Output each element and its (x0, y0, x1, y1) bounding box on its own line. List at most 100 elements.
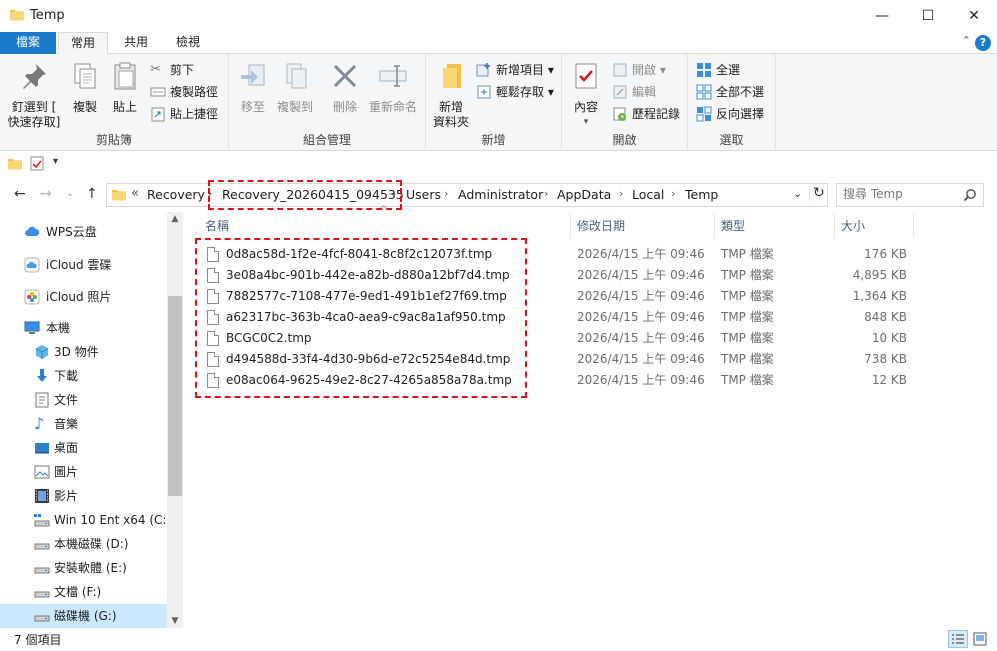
cut-label: 剪下 (170, 63, 195, 77)
properties-button[interactable]: 內容 ▾ (568, 60, 604, 130)
nav-item-drive-e[interactable]: 安裝軟體 (E:) (0, 556, 167, 580)
nav-item-desktop[interactable]: 桌面 (0, 436, 167, 460)
chevron-right-icon[interactable]: › (619, 187, 623, 200)
column-divider[interactable] (834, 214, 835, 238)
file-type: TMP 檔案 (721, 247, 774, 261)
properties-icon (575, 63, 597, 89)
forward-arrow-icon[interactable]: → (40, 186, 52, 202)
help-icon[interactable]: ? (975, 35, 991, 51)
breadcrumb-administrator[interactable]: Administrator (458, 187, 543, 202)
column-divider[interactable] (913, 214, 914, 238)
nav-pane-scrollbar[interactable]: ▲ ▼ (167, 212, 183, 628)
file-size: 176 KB (864, 247, 907, 261)
scroll-up-icon[interactable]: ▲ (167, 214, 183, 224)
rename-button[interactable]: 重新命名 (367, 60, 419, 115)
tab-view[interactable]: 檢視 (164, 32, 212, 54)
select-group-label: 選取 (719, 133, 744, 147)
address-dropdown-icon[interactable]: ⌄ (793, 187, 802, 200)
nav-item-music[interactable]: ♪ 音樂 (0, 412, 167, 436)
nav-item-icloud-drive[interactable]: iCloud 雲碟 (0, 253, 167, 277)
properties-icon[interactable] (30, 156, 44, 171)
maximize-button[interactable]: ☐ (905, 0, 951, 32)
chevron-right-icon[interactable]: › (444, 187, 448, 200)
copy-path-button[interactable]: 複製路徑 (150, 82, 218, 102)
edit-button[interactable]: 編輯 (612, 82, 656, 102)
column-header-name[interactable]: 名稱 (205, 216, 229, 236)
paste-button[interactable]: 貼上 (106, 60, 144, 115)
copy-to-button[interactable]: 複製到 (273, 60, 317, 115)
scrollbar-thumb[interactable] (168, 296, 182, 496)
pictures-icon (34, 465, 50, 479)
easy-access-icon (477, 85, 491, 99)
up-arrow-icon[interactable]: ↑ (86, 186, 98, 202)
open-button[interactable]: 開啟 ▾ (612, 60, 666, 80)
minimize-button[interactable]: — (859, 0, 905, 32)
nav-item-icloud-photos[interactable]: iCloud 照片 (0, 285, 167, 309)
breadcrumb-temp[interactable]: Temp (685, 187, 718, 202)
properties-dropdown-icon[interactable]: ▾ (568, 115, 604, 130)
delete-button[interactable]: 刪除 (327, 60, 363, 115)
customize-toolbar-icon[interactable]: ▾ (53, 156, 58, 167)
new-folder-icon (443, 64, 461, 88)
column-divider[interactable] (714, 214, 715, 238)
history-label: 歷程記錄 (632, 107, 681, 121)
breadcrumb-recovery[interactable]: Recovery (147, 187, 205, 202)
nav-item-3d-objects[interactable]: 3D 物件 (0, 340, 167, 364)
new-item-button[interactable]: 新增項目 ▾ (476, 60, 554, 80)
breadcrumb-appdata[interactable]: AppData (557, 187, 611, 202)
nav-item-documents[interactable]: 文件 (0, 388, 167, 412)
nav-item-drive-f[interactable]: 文檔 (F:) (0, 580, 167, 604)
nav-item-wps-cloud[interactable]: WPS云盘 (0, 220, 167, 244)
nav-item-drive-g[interactable]: 磁碟機 (G:) (0, 604, 167, 628)
nav-item-downloads[interactable]: 下載 (0, 364, 167, 388)
copy-to-icon (286, 63, 307, 89)
column-header-date[interactable]: 修改日期 (577, 216, 625, 236)
invert-selection-button[interactable]: 反向選擇 (696, 104, 764, 124)
select-all-button[interactable]: 全選 (696, 60, 740, 80)
pin-quick-access-button[interactable]: 釘選到 [ 快速存取] (6, 60, 62, 130)
breadcrumb-users[interactable]: Users (406, 187, 441, 202)
file-type: TMP 檔案 (721, 310, 774, 324)
search-icon[interactable] (963, 188, 977, 202)
folder-icon[interactable] (8, 157, 22, 171)
close-button[interactable]: ✕ (951, 0, 997, 32)
copy-button[interactable]: 複製 (66, 60, 104, 115)
easy-access-button[interactable]: 輕鬆存取 ▾ (476, 82, 554, 102)
file-size: 1,364 KB (852, 289, 907, 303)
file-type: TMP 檔案 (721, 373, 774, 387)
new-folder-button[interactable]: 新增 資料夾 (430, 60, 472, 130)
back-arrow-icon[interactable]: ← (14, 186, 26, 202)
recent-locations-icon[interactable]: ⌄ (66, 189, 74, 199)
large-icons-view-icon[interactable] (972, 631, 988, 647)
paste-shortcut-label: 貼上捷徑 (170, 107, 219, 121)
cut-button[interactable]: ✂ 剪下 (150, 60, 194, 80)
paste-shortcut-button[interactable]: 貼上捷徑 (150, 104, 218, 124)
ribbon-collapse-icon[interactable]: ⌃ (962, 34, 971, 47)
column-divider[interactable] (570, 214, 571, 238)
move-to-button[interactable]: 移至 (235, 60, 271, 115)
search-input[interactable] (843, 187, 953, 201)
tab-file[interactable]: 檔案 (0, 32, 56, 54)
file-size: 10 KB (871, 331, 907, 345)
nav-item-this-pc[interactable]: 本機 (0, 316, 167, 340)
overflow-chevron-icon[interactable]: « (131, 186, 139, 201)
column-header-type[interactable]: 類型 (721, 216, 745, 236)
search-box[interactable] (836, 183, 984, 207)
select-none-button[interactable]: 全部不選 (696, 82, 764, 102)
organize-group-label: 組合管理 (302, 133, 351, 147)
chevron-right-icon[interactable]: › (544, 187, 548, 200)
nav-item-drive-d[interactable]: 本機磁碟 (D:) (0, 532, 167, 556)
details-view-icon[interactable] (948, 630, 968, 648)
nav-item-drive-c[interactable]: Win 10 Ent x64 (C:) (0, 508, 171, 532)
scroll-down-icon[interactable]: ▼ (167, 616, 183, 626)
refresh-icon[interactable]: ↻ (809, 185, 825, 201)
breadcrumb-local[interactable]: Local (632, 187, 664, 202)
history-button[interactable]: 歷程記錄 (612, 104, 680, 124)
column-header-size[interactable]: 大小 (841, 216, 865, 236)
tab-share[interactable]: 共用 (112, 32, 160, 54)
icloud-drive-icon (24, 257, 40, 273)
nav-item-videos[interactable]: 影片 (0, 484, 167, 508)
chevron-right-icon[interactable]: › (671, 187, 675, 200)
tab-home[interactable]: 常用 (58, 32, 108, 55)
nav-item-pictures[interactable]: 圖片 (0, 460, 167, 484)
